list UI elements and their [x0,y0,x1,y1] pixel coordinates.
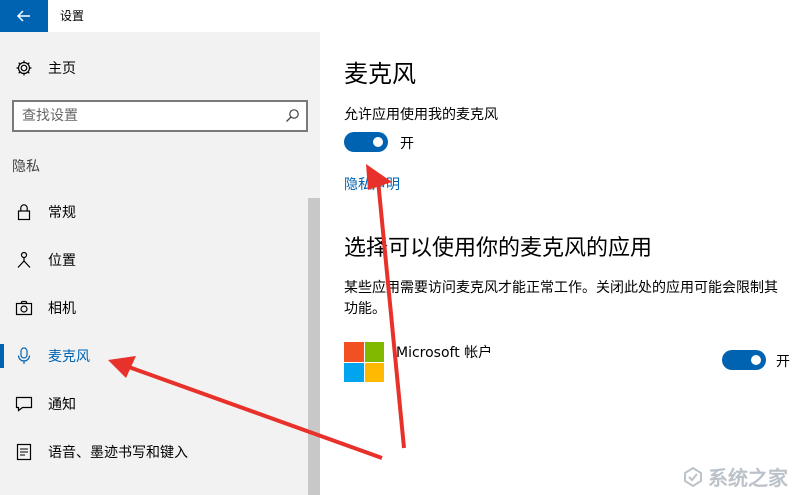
search-input[interactable] [22,107,272,125]
gear-icon [14,58,34,78]
nav-home-label: 主页 [48,61,76,77]
section-label-privacy: 隐私 [12,159,40,175]
watermark-text: 系统之家 [708,466,788,490]
toggle-knob [751,355,761,365]
title-bar: 设置 [0,0,794,32]
search-box[interactable] [12,100,308,132]
search-icon[interactable] [284,108,300,124]
sidebar-item-microphone[interactable]: 麦克风 [0,332,308,380]
back-button[interactable] [0,0,48,32]
section-title: 选择可以使用你的麦克风的应用 [344,236,653,261]
camera-icon [14,298,34,318]
location-person-icon [14,250,34,270]
nav-home[interactable]: 主页 [14,58,76,78]
sidebar-item-label: 语音、墨迹书写和键入 [48,445,188,461]
lock-icon [14,202,34,222]
sidebar-item-label: 麦克风 [48,349,90,365]
sidebar-item-label: 相机 [48,301,76,317]
toggle-state-label: 开 [400,136,414,152]
logo-tile-green [364,342,384,362]
arrow-left-icon [16,10,30,22]
sidebar-item-general[interactable]: 常规 [0,188,308,236]
sidebar-item-label: 常规 [48,205,76,221]
toggle-knob [373,137,383,147]
sidebar-item-label: 位置 [48,253,76,269]
app-row-microsoft-account: Microsoft 帐户 开 [344,340,794,384]
app-access-toggle[interactable] [722,350,766,370]
app-name: Microsoft 帐户 [396,345,493,361]
nav-list: 常规 位置 相机 麦克风 通知 语音、墨迹书写和键入 [0,188,308,476]
sidebar: 主页 隐私 常规 [0,32,320,495]
section-description: 某些应用需要访问麦克风才能正常工作。关闭此处的应用可能会限制其功能。 [344,280,778,317]
allow-apps-label: 允许应用使用我的麦克风 [344,107,498,123]
privacy-statement-link[interactable]: 隐私声明 [344,174,400,194]
sidebar-item-notifications[interactable]: 通知 [0,380,308,428]
notification-icon [14,394,34,414]
speech-ink-icon [14,442,34,462]
sidebar-item-location[interactable]: 位置 [0,236,308,284]
watermark: 系统之家 [682,462,788,491]
sidebar-item-speech-ink[interactable]: 语音、墨迹书写和键入 [0,428,308,476]
microsoft-logo-icon [344,342,384,382]
microphone-access-toggle[interactable] [344,132,388,152]
sidebar-item-camera[interactable]: 相机 [0,284,308,332]
watermark-logo-icon [684,466,702,487]
logo-tile-yellow [364,362,384,382]
main-content: 麦克风 允许应用使用我的麦克风 开 隐私声明 选择可以使用你的麦克风的应用 某些… [320,32,794,495]
window-title: 设置 [60,9,85,23]
logo-tile-blue [344,362,364,382]
active-indicator [0,344,4,368]
microphone-icon [14,346,34,366]
app-toggle-state-label: 开 [776,354,790,370]
sidebar-item-label: 通知 [48,397,76,413]
logo-tile-red [344,342,364,362]
sidebar-scrollbar[interactable] [308,198,320,495]
page-title: 麦克风 [344,60,416,88]
